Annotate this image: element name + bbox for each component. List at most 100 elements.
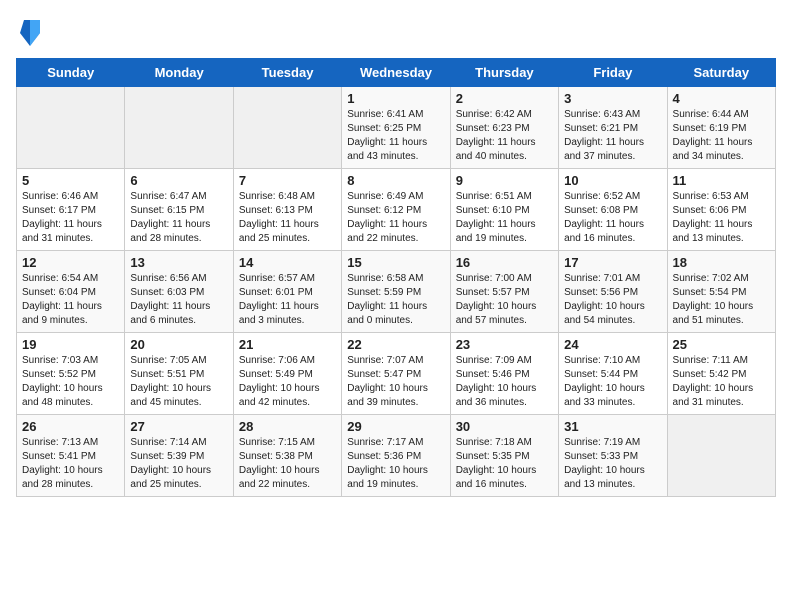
calendar-cell: 2 Sunrise: 6:42 AM Sunset: 6:23 PM Daylig…: [450, 87, 558, 169]
day-number: 1: [347, 91, 444, 106]
header-row: SundayMondayTuesdayWednesdayThursdayFrid…: [17, 59, 776, 87]
day-number: 17: [564, 255, 661, 270]
day-info: Sunrise: 6:57 AM Sunset: 6:01 PM Dayligh…: [239, 272, 336, 328]
day-number: 27: [130, 419, 227, 434]
day-info: Sunrise: 6:41 AM Sunset: 6:25 PM Dayligh…: [347, 108, 444, 164]
day-info: Sunrise: 7:10 AM Sunset: 5:44 PM Dayligh…: [564, 354, 661, 410]
day-number: 9: [456, 173, 553, 188]
day-info: Sunrise: 6:43 AM Sunset: 6:21 PM Dayligh…: [564, 108, 661, 164]
day-number: 7: [239, 173, 336, 188]
day-number: 11: [673, 173, 770, 188]
calendar-cell: 27 Sunrise: 7:14 AM Sunset: 5:39 PM Dayli…: [125, 415, 233, 497]
day-info: Sunrise: 7:07 AM Sunset: 5:47 PM Dayligh…: [347, 354, 444, 410]
day-info: Sunrise: 6:49 AM Sunset: 6:12 PM Dayligh…: [347, 190, 444, 246]
calendar-cell: 24 Sunrise: 7:10 AM Sunset: 5:44 PM Dayli…: [559, 333, 667, 415]
day-info: Sunrise: 7:00 AM Sunset: 5:57 PM Dayligh…: [456, 272, 553, 328]
day-number: 19: [22, 337, 119, 352]
week-row-0: 1 Sunrise: 6:41 AM Sunset: 6:25 PM Daylig…: [17, 87, 776, 169]
day-number: 2: [456, 91, 553, 106]
day-number: 18: [673, 255, 770, 270]
day-number: 23: [456, 337, 553, 352]
day-info: Sunrise: 6:53 AM Sunset: 6:06 PM Dayligh…: [673, 190, 770, 246]
calendar-cell: 17 Sunrise: 7:01 AM Sunset: 5:56 PM Dayli…: [559, 251, 667, 333]
calendar-cell: 14Sunrise: 6:57 AM Sunset: 6:01 PM Dayli…: [233, 251, 341, 333]
calendar-cell: 26 Sunrise: 7:13 AM Sunset: 5:41 PM Dayli…: [17, 415, 125, 497]
calendar-cell: 19 Sunrise: 7:03 AM Sunset: 5:52 PM Dayli…: [17, 333, 125, 415]
calendar-cell: 31 Sunrise: 7:19 AM Sunset: 5:33 PM Dayli…: [559, 415, 667, 497]
day-header-friday: Friday: [559, 59, 667, 87]
day-number: 30: [456, 419, 553, 434]
day-number: 20: [130, 337, 227, 352]
day-number: 24: [564, 337, 661, 352]
day-info: Sunrise: 7:06 AM Sunset: 5:49 PM Dayligh…: [239, 354, 336, 410]
calendar-cell: [17, 87, 125, 169]
day-number: 26: [22, 419, 119, 434]
day-number: 28: [239, 419, 336, 434]
day-info: Sunrise: 7:02 AM Sunset: 5:54 PM Dayligh…: [673, 272, 770, 328]
day-number: 6: [130, 173, 227, 188]
day-number: 8: [347, 173, 444, 188]
day-number: 13: [130, 255, 227, 270]
day-info: Sunrise: 7:09 AM Sunset: 5:46 PM Dayligh…: [456, 354, 553, 410]
day-info: Sunrise: 6:56 AM Sunset: 6:03 PM Dayligh…: [130, 272, 227, 328]
day-number: 3: [564, 91, 661, 106]
calendar-cell: 18 Sunrise: 7:02 AM Sunset: 5:54 PM Dayli…: [667, 251, 775, 333]
day-number: 4: [673, 91, 770, 106]
day-number: 29: [347, 419, 444, 434]
calendar-cell: 25 Sunrise: 7:11 AM Sunset: 5:42 PM Dayli…: [667, 333, 775, 415]
week-row-2: 12Sunrise: 6:54 AM Sunset: 6:04 PM Dayli…: [17, 251, 776, 333]
day-info: Sunrise: 7:03 AM Sunset: 5:52 PM Dayligh…: [22, 354, 119, 410]
calendar-header: SundayMondayTuesdayWednesdayThursdayFrid…: [17, 59, 776, 87]
calendar-cell: 7 Sunrise: 6:48 AM Sunset: 6:13 PM Daylig…: [233, 169, 341, 251]
calendar-cell: 11 Sunrise: 6:53 AM Sunset: 6:06 PM Dayli…: [667, 169, 775, 251]
calendar-cell: 15 Sunrise: 6:58 AM Sunset: 5:59 PM Dayli…: [342, 251, 450, 333]
day-number: 21: [239, 337, 336, 352]
day-info: Sunrise: 7:13 AM Sunset: 5:41 PM Dayligh…: [22, 436, 119, 492]
calendar-cell: 28 Sunrise: 7:15 AM Sunset: 5:38 PM Dayli…: [233, 415, 341, 497]
calendar-cell: 5 Sunrise: 6:46 AM Sunset: 6:17 PM Daylig…: [17, 169, 125, 251]
calendar-cell: 23 Sunrise: 7:09 AM Sunset: 5:46 PM Dayli…: [450, 333, 558, 415]
day-info: Sunrise: 6:51 AM Sunset: 6:10 PM Dayligh…: [456, 190, 553, 246]
day-info: Sunrise: 6:48 AM Sunset: 6:13 PM Dayligh…: [239, 190, 336, 246]
day-number: 15: [347, 255, 444, 270]
day-info: Sunrise: 6:42 AM Sunset: 6:23 PM Dayligh…: [456, 108, 553, 164]
calendar-body: 1 Sunrise: 6:41 AM Sunset: 6:25 PM Daylig…: [17, 87, 776, 497]
day-info: Sunrise: 7:14 AM Sunset: 5:39 PM Dayligh…: [130, 436, 227, 492]
calendar-cell: 8 Sunrise: 6:49 AM Sunset: 6:12 PM Daylig…: [342, 169, 450, 251]
calendar-cell: 20 Sunrise: 7:05 AM Sunset: 5:51 PM Dayli…: [125, 333, 233, 415]
day-number: 25: [673, 337, 770, 352]
day-info: Sunrise: 7:18 AM Sunset: 5:35 PM Dayligh…: [456, 436, 553, 492]
calendar-cell: 1 Sunrise: 6:41 AM Sunset: 6:25 PM Daylig…: [342, 87, 450, 169]
calendar-cell: 16 Sunrise: 7:00 AM Sunset: 5:57 PM Dayli…: [450, 251, 558, 333]
calendar-cell: 6Sunrise: 6:47 AM Sunset: 6:15 PM Daylig…: [125, 169, 233, 251]
day-info: Sunrise: 7:15 AM Sunset: 5:38 PM Dayligh…: [239, 436, 336, 492]
day-info: Sunrise: 7:19 AM Sunset: 5:33 PM Dayligh…: [564, 436, 661, 492]
calendar-cell: 3 Sunrise: 6:43 AM Sunset: 6:21 PM Daylig…: [559, 87, 667, 169]
day-number: 10: [564, 173, 661, 188]
day-info: Sunrise: 6:52 AM Sunset: 6:08 PM Dayligh…: [564, 190, 661, 246]
day-info: Sunrise: 7:05 AM Sunset: 5:51 PM Dayligh…: [130, 354, 227, 410]
week-row-3: 19 Sunrise: 7:03 AM Sunset: 5:52 PM Dayli…: [17, 333, 776, 415]
day-header-monday: Monday: [125, 59, 233, 87]
week-row-4: 26 Sunrise: 7:13 AM Sunset: 5:41 PM Dayli…: [17, 415, 776, 497]
day-header-saturday: Saturday: [667, 59, 775, 87]
calendar-cell: 10 Sunrise: 6:52 AM Sunset: 6:08 PM Dayli…: [559, 169, 667, 251]
day-info: Sunrise: 7:01 AM Sunset: 5:56 PM Dayligh…: [564, 272, 661, 328]
day-info: Sunrise: 6:58 AM Sunset: 5:59 PM Dayligh…: [347, 272, 444, 328]
calendar-cell: 22Sunrise: 7:07 AM Sunset: 5:47 PM Dayli…: [342, 333, 450, 415]
calendar-cell: 29Sunrise: 7:17 AM Sunset: 5:36 PM Dayli…: [342, 415, 450, 497]
calendar-cell: 13 Sunrise: 6:56 AM Sunset: 6:03 PM Dayli…: [125, 251, 233, 333]
calendar-cell: 30 Sunrise: 7:18 AM Sunset: 5:35 PM Dayli…: [450, 415, 558, 497]
calendar-cell: 21 Sunrise: 7:06 AM Sunset: 5:49 PM Dayli…: [233, 333, 341, 415]
logo: [16, 16, 40, 48]
day-number: 12: [22, 255, 119, 270]
day-info: Sunrise: 7:11 AM Sunset: 5:42 PM Dayligh…: [673, 354, 770, 410]
day-number: 5: [22, 173, 119, 188]
day-number: 31: [564, 419, 661, 434]
day-header-thursday: Thursday: [450, 59, 558, 87]
logo-icon: [20, 18, 40, 48]
calendar-cell: 12Sunrise: 6:54 AM Sunset: 6:04 PM Dayli…: [17, 251, 125, 333]
day-info: Sunrise: 6:44 AM Sunset: 6:19 PM Dayligh…: [673, 108, 770, 164]
day-info: Sunrise: 6:46 AM Sunset: 6:17 PM Dayligh…: [22, 190, 119, 246]
day-number: 16: [456, 255, 553, 270]
